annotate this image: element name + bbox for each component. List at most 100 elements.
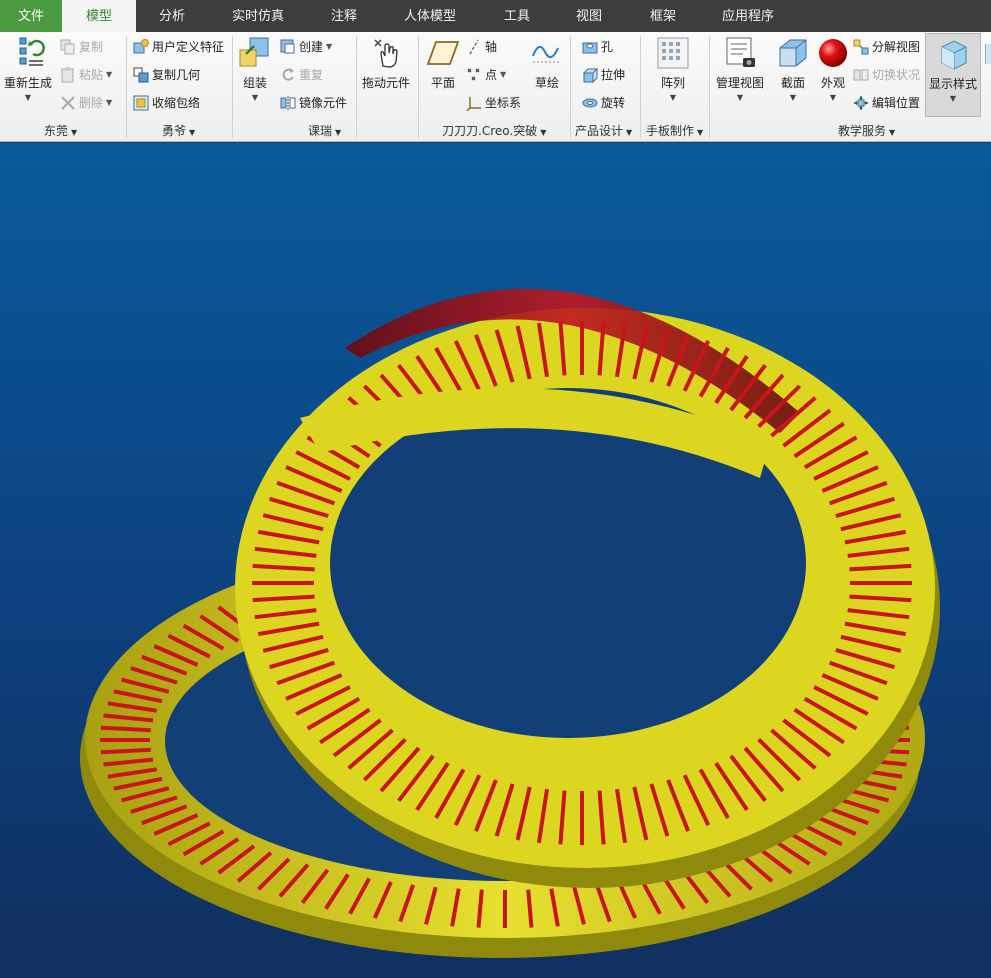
appearance-sphere-icon	[819, 39, 847, 67]
ribbon: 重新生成 ▼ 复制 粘贴 ▼ 删除 ▼ 东莞 ▼ 用户定义特征 复制几何 收缩包络…	[0, 32, 991, 142]
edit-position-button[interactable]: 编辑位置	[853, 94, 920, 111]
group-separator	[418, 36, 419, 138]
group-label-g3[interactable]: 课瑞 ▼	[308, 122, 341, 140]
mirror-icon	[280, 95, 296, 110]
chevron-down-icon: ▼	[71, 128, 78, 137]
copy-geometry-button[interactable]: 复制几何	[133, 66, 200, 83]
hand-drag-icon	[374, 39, 398, 68]
datum-plane-icon	[426, 41, 460, 65]
graphics-window[interactable]	[0, 143, 991, 978]
chevron-down-icon: ▼	[326, 42, 333, 51]
tab-realtime-sim[interactable]: 实时仿真	[218, 0, 298, 32]
assemble-button[interactable]: 组装 ▼	[238, 36, 272, 102]
chevron-down-icon: ▼	[626, 128, 633, 137]
chevron-down-icon: ▼	[540, 128, 547, 137]
delete-button[interactable]: 删除 ▼	[60, 94, 112, 111]
tab-framework[interactable]: 框架	[634, 0, 692, 32]
copy-geometry-icon	[133, 67, 149, 82]
extrude-button[interactable]: 拉伸	[582, 66, 625, 83]
revolve-button[interactable]: 旋转	[582, 94, 625, 111]
paste-button[interactable]: 粘贴 ▼	[60, 66, 112, 83]
display-style-cube-icon	[941, 40, 967, 70]
section-button[interactable]: 截面 ▼	[776, 36, 810, 102]
pattern-icon	[657, 37, 689, 69]
point-button[interactable]: 点 ▼	[466, 66, 506, 83]
copy-button[interactable]: 复制	[60, 38, 103, 55]
revolve-icon	[582, 98, 598, 107]
assemble-icon	[239, 37, 269, 67]
toggle-status-icon	[853, 69, 869, 80]
chevron-down-icon: ▼	[697, 128, 704, 137]
group-separator	[640, 36, 641, 138]
manage-views-button[interactable]: 管理视图 ▼	[716, 36, 764, 102]
repeat-icon	[282, 67, 294, 81]
group-separator	[570, 36, 571, 138]
group-separator	[709, 36, 710, 138]
exploded-view-button[interactable]: 分解视图	[853, 38, 920, 55]
chevron-down-icon: ▼	[106, 70, 113, 79]
shrinkwrap-icon	[133, 95, 149, 110]
chevron-down-icon: ▼	[335, 128, 342, 137]
group-label-g1[interactable]: 东莞 ▼	[44, 122, 77, 140]
stator-slot	[100, 725, 151, 733]
display-style-button[interactable]: 显示样式 ▼	[925, 33, 981, 117]
group-label-g5[interactable]: 产品设计 ▼	[575, 122, 632, 140]
manage-views-icon	[726, 37, 755, 67]
create-button[interactable]: 创建 ▼	[280, 38, 332, 55]
group-separator	[232, 36, 233, 138]
sketch-icon	[532, 45, 561, 63]
mirror-component-button[interactable]: 镜像元件	[280, 94, 347, 111]
hole-icon	[582, 42, 598, 53]
tab-analysis[interactable]: 分析	[140, 0, 204, 32]
group-separator	[356, 36, 357, 138]
tab-manikin[interactable]: 人体模型	[390, 0, 470, 32]
group-label-g2[interactable]: 勇爷 ▼	[162, 122, 195, 140]
udf-button[interactable]: 用户定义特征	[133, 38, 224, 55]
chevron-down-icon: ▼	[106, 98, 113, 107]
tab-model[interactable]: 模型	[62, 0, 136, 34]
delete-icon	[61, 95, 75, 110]
chevron-down-icon: ▼	[736, 93, 744, 102]
toggle-status-button[interactable]: 切换状况	[853, 66, 920, 83]
shrinkwrap-button[interactable]: 收缩包络	[133, 94, 200, 111]
sketch-button[interactable]: 草绘	[530, 36, 564, 91]
plane-button[interactable]: 平面	[426, 36, 460, 91]
copy-icon	[60, 39, 75, 54]
pattern-button[interactable]: 阵列 ▼	[656, 36, 690, 102]
stator-slot	[100, 747, 151, 755]
tab-tools[interactable]: 工具	[488, 0, 546, 32]
csys-button[interactable]: 坐标系	[466, 94, 521, 111]
group-label-g4[interactable]: 刀刀刀.Creo.突破 ▼	[442, 122, 546, 140]
chevron-down-icon: ▼	[24, 93, 32, 102]
appearance-button[interactable]: 外观 ▼	[816, 36, 850, 102]
drag-components-button[interactable]: 拖动元件	[362, 36, 410, 91]
chevron-down-icon: ▼	[829, 93, 837, 102]
section-icon	[779, 39, 807, 67]
chevron-down-icon: ▼	[949, 94, 957, 103]
exploded-view-icon	[853, 39, 869, 54]
regenerate-button[interactable]: 重新生成 ▼	[4, 36, 52, 102]
group-separator	[126, 36, 127, 138]
group-label-g7[interactable]: 教学服务 ▼	[838, 122, 895, 140]
ribbon-overflow-item[interactable]	[985, 44, 991, 64]
ribbon-tab-bar: 文件 模型 分析 实时仿真 注释 人体模型 工具 视图 框架 应用程序	[0, 0, 991, 34]
tab-view[interactable]: 视图	[560, 0, 618, 32]
group-label-g6[interactable]: 手板制作 ▼	[646, 122, 703, 140]
hole-button[interactable]: 孔	[582, 38, 613, 55]
tab-annotate[interactable]: 注释	[314, 0, 374, 32]
model-3d-view[interactable]	[0, 143, 991, 978]
repeat-button[interactable]: 重复	[280, 66, 323, 83]
tab-applications[interactable]: 应用程序	[708, 0, 788, 32]
create-icon	[280, 39, 295, 53]
chevron-down-icon: ▼	[500, 70, 507, 79]
edit-position-icon	[854, 95, 868, 110]
chevron-down-icon: ▼	[669, 93, 677, 102]
regenerate-icon	[19, 37, 45, 66]
chevron-down-icon: ▼	[251, 93, 259, 102]
datum-point-icon	[467, 68, 480, 80]
chevron-down-icon: ▼	[789, 93, 797, 102]
tab-file[interactable]: 文件	[0, 0, 62, 32]
udf-icon	[133, 38, 149, 53]
axis-button[interactable]: 轴	[466, 38, 497, 55]
datum-axis-icon	[469, 39, 479, 54]
